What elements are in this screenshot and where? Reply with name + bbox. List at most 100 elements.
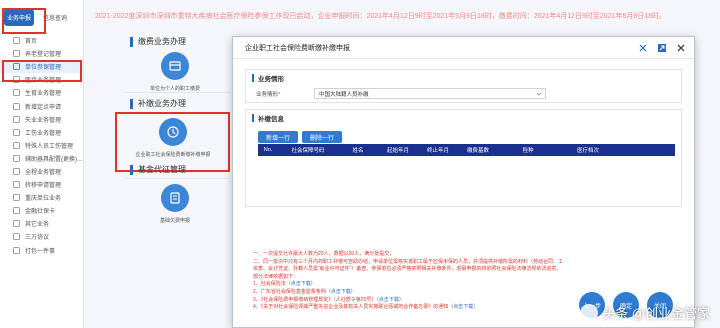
sidebar-item-label: 重庆单位业务: [25, 196, 62, 203]
download-link[interactable]: （点击下载）: [448, 304, 478, 310]
sidebar-item-label: 转移申请管理: [25, 183, 62, 190]
agreement-icon: [12, 233, 20, 241]
note-line: 4、《关于对社会保险领域严重失信企业及其有关人员实施联合惩戒的合作备忘录》的通知…: [253, 304, 565, 312]
section-fund: 基金代征管理: [130, 164, 186, 175]
business-field-label-text: 业务情形: [256, 91, 279, 98]
dialog-title: 企业职工社会保险费断缴补缴申报: [245, 44, 350, 52]
business-panel-title: 业务情形: [258, 76, 284, 83]
column-header: 社会保障号码: [291, 148, 325, 154]
sidebar-item[interactable]: 单位参保管理: [0, 60, 83, 74]
makeup-grid-header: No. 社会保障号码 姓名 起始年月 终止年月 缴费基数 险种 医疗档次: [258, 144, 675, 156]
dialog-tools: [637, 42, 686, 53]
dialog-header: 企业职工社会保险费断缴补缴申报: [233, 37, 694, 59]
column-header: No.: [263, 147, 273, 153]
sidebar-item-label: 失业业务管理: [25, 117, 62, 124]
note-line: 1、社会保险法（点击下载）: [253, 281, 565, 289]
note-text: 3、《社会保险费申报缴纳管理规定》（人社部令第20号）: [253, 296, 377, 303]
sidebar-item-label: 特殊人员工伤管理: [25, 143, 74, 150]
makeup-panel-title: 补缴信息: [258, 116, 284, 123]
add-row-button[interactable]: 新增一行: [258, 131, 298, 143]
business-select-value: 中国大陆籍人员补缴: [319, 91, 369, 98]
section-payment-title: 缴费业务办理: [138, 37, 186, 46]
sidebar-item[interactable]: 失业业务管理: [0, 113, 83, 126]
business-field-label: 业务情形*: [256, 90, 314, 98]
sidebar-item[interactable]: 三方协议: [0, 230, 83, 243]
minimize-icon[interactable]: [637, 42, 648, 53]
sidebar-item[interactable]: 转移申请管理: [0, 178, 83, 191]
close-icon[interactable]: [675, 42, 686, 53]
sidebar-item[interactable]: 辅助器具配置(更换)…: [0, 152, 83, 165]
sidebar-item[interactable]: 全程业务管理: [0, 165, 83, 178]
card-arrears[interactable]: 基础欠费申报: [140, 184, 210, 224]
makeup-icon: [159, 118, 187, 146]
home-icon: [12, 37, 20, 45]
card-payment-label: 单位为个人的职工缴费: [149, 86, 200, 92]
sidebar-item[interactable]: 生育业务管理: [0, 86, 83, 99]
business-field-row: 业务情形* 中国大陆籍人员补缴: [256, 88, 546, 99]
watermark-text: 头条 @创业金管家: [602, 306, 710, 321]
makeup-panel: 补缴信息 新增一行 删除一行 No. 社会保障号码 姓名 起始年月 终止年月 缴费基数 险种…: [245, 109, 682, 207]
section-makeup-title: 补缴业务办理: [138, 99, 186, 108]
business-panel: 业务情形 业务情形* 中国大陆籍人员补缴: [245, 69, 682, 103]
section-bar: [130, 36, 133, 47]
column-header: 缴费基数: [466, 148, 489, 154]
sidebar-item-label: 全程业务管理: [25, 169, 62, 176]
column-header: 姓名: [352, 148, 364, 154]
note-text: 一、一次提交允许最大人数为20人，数据以20人，满分批提交；: [253, 251, 395, 257]
card-payment[interactable]: 单位为个人的职工缴费: [140, 52, 210, 92]
card-makeup[interactable]: 企业职工社会保险费断缴补缴申报: [117, 118, 229, 158]
birth-icon: [12, 89, 20, 97]
makeup-dialog: 企业职工社会保险费断缴补缴申报 业务情形 业务情形* 中国大陆籍人员补缴 补缴信…: [232, 36, 695, 328]
payment-icon: [161, 52, 189, 80]
tab-info-query[interactable]: 信息查询: [40, 9, 70, 26]
sidebar-item[interactable]: 医疗业务管理: [0, 73, 83, 86]
other-icon: [12, 220, 20, 228]
sidebar-item-label: 打包一件事: [25, 248, 56, 255]
device-icon: [12, 154, 20, 162]
sidebar-item[interactable]: 金融社保卡: [0, 204, 83, 217]
tab-business-declaration[interactable]: 业务申报: [4, 8, 35, 26]
sidebar-item[interactable]: 重庆单位业务: [0, 191, 83, 204]
column-header: 起始年月: [386, 148, 409, 154]
card-arrears-label: 基础欠费申报: [159, 218, 190, 224]
sidebar-item-label: 其它业务: [25, 222, 50, 229]
note-text: 4、《关于对社会保险领域严重失信企业及其有关人员实施联合惩戒的合作备忘录》的通知: [253, 304, 449, 311]
column-header: 终止年月: [426, 148, 449, 154]
package-icon: [12, 246, 20, 254]
business-panel-header: 业务情形: [246, 70, 681, 86]
divider-2: [125, 178, 230, 179]
sidebar-item[interactable]: 首页: [0, 34, 83, 47]
column-header: 医疗档次: [576, 148, 599, 154]
note-text: 2、广东省社会保险基金监督条例: [253, 288, 326, 295]
makeup-panel-header: 补缴信息: [246, 110, 681, 126]
sidebar-item-label: 医疗业务管理: [25, 78, 62, 85]
sidebar-tabs: 业务申报 信息查询: [0, 0, 83, 34]
sidebar: 业务申报 信息查询 首页养老登记管理 单位参保管理医疗业务管理 生育业务管理 新增定点…: [0, 0, 84, 328]
chevron-down-icon: [536, 92, 542, 96]
business-select[interactable]: 中国大陆籍人员补缴: [314, 88, 546, 99]
unit-icon: [12, 194, 20, 202]
divider-1: [125, 92, 230, 93]
card-makeup-label: 企业职工社会保险费断缴补缴申报: [135, 152, 211, 158]
section-payment: 缴费业务办理: [130, 36, 186, 47]
sidebar-item[interactable]: 养老登记管理: [0, 47, 83, 60]
sidebar-item[interactable]: 其它业务: [0, 217, 83, 230]
note-text: 二、同一批次中只有三个月内的职工补缴可自助办结，申请单位需核实该职工属于应保未保…: [253, 258, 564, 280]
sidebar-item-label: 养老登记管理: [25, 52, 62, 59]
delete-row-button[interactable]: 删除一行: [302, 131, 342, 143]
maximize-icon[interactable]: [656, 42, 667, 53]
notes-block: 一、一次提交允许最大人数为20人，数据以20人，满分批提交； 二、同一批次中只有三…: [253, 251, 565, 312]
note-text: 1、社会保险法: [253, 281, 286, 288]
sidebar-item[interactable]: 工伤业务管理: [0, 126, 83, 139]
injury-icon: [12, 128, 20, 136]
download-link[interactable]: （点击下载）: [326, 289, 356, 295]
card-icon: [12, 207, 20, 215]
download-link[interactable]: （点击下载）: [286, 281, 316, 287]
download-link[interactable]: （点击下载）: [376, 297, 404, 303]
watermark: 头条 @创业金管家: [580, 303, 710, 322]
register-icon: [12, 50, 20, 58]
sidebar-item[interactable]: 特殊人员工伤管理: [0, 139, 83, 152]
sidebar-item[interactable]: 打包一件事: [0, 244, 83, 257]
sidebar-item[interactable]: 新增定点申请: [0, 99, 83, 112]
sidebar-item-label: 三方协议: [25, 235, 50, 242]
